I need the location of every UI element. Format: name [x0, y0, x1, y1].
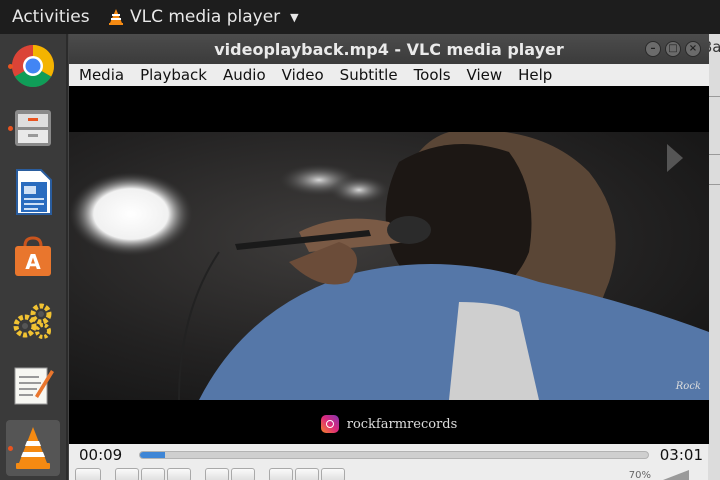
menu-help[interactable]: Help — [518, 66, 560, 84]
vlc-cone-icon — [109, 9, 123, 25]
menu-bar: Media Playback Audio Video Subtitle Tool… — [69, 64, 709, 86]
video-caption-text: rockfarmrecords — [346, 416, 458, 432]
dock: A — [0, 34, 66, 480]
vlc-cone-icon — [16, 427, 50, 469]
svg-text:A: A — [25, 250, 41, 274]
running-indicator — [8, 126, 13, 131]
chevron-down-icon: ▼ — [290, 10, 299, 24]
video-frame: Rock — [69, 132, 709, 400]
dock-item-vlc[interactable] — [6, 420, 60, 476]
dock-item-files[interactable] — [6, 100, 60, 156]
activities-button[interactable]: Activities — [0, 7, 108, 27]
menu-subtitle[interactable]: Subtitle — [340, 66, 406, 84]
close-icon: × — [688, 43, 698, 54]
window-controls: – □ × — [645, 41, 701, 57]
shuffle-button[interactable] — [321, 468, 345, 480]
window-title: videoplayback.mp4 - VLC media player — [214, 39, 564, 59]
menu-playback[interactable]: Playback — [140, 66, 215, 84]
next-button[interactable] — [167, 468, 191, 480]
seek-slider[interactable] — [139, 451, 649, 459]
video-frame-image — [69, 132, 709, 400]
menu-video[interactable]: Video — [282, 66, 332, 84]
volume-label: 70% — [628, 470, 651, 480]
side-arrow-icon — [667, 144, 683, 172]
instagram-icon — [320, 415, 339, 433]
volume-slider[interactable] — [663, 470, 689, 480]
menu-media[interactable]: Media — [79, 66, 132, 84]
file-cabinet-icon — [15, 110, 51, 146]
writer-document-icon — [16, 169, 52, 215]
chrome-icon — [11, 44, 55, 88]
maximize-icon: □ — [668, 43, 678, 54]
running-indicator — [8, 64, 13, 69]
video-area[interactable]: Rock rockfarmrecords — [69, 86, 709, 444]
minimize-icon: – — [650, 43, 656, 54]
window-titlebar[interactable]: videoplayback.mp4 - VLC media player – □… — [69, 34, 709, 64]
seek-row: 00:09 03:01 — [69, 444, 709, 466]
video-caption: rockfarmrecords — [69, 404, 709, 444]
elapsed-time: 00:09 — [79, 446, 123, 464]
menu-view[interactable]: View — [467, 66, 511, 84]
gears-icon — [13, 303, 52, 339]
menu-tools[interactable]: Tools — [414, 66, 459, 84]
fullscreen-button[interactable] — [205, 468, 229, 480]
menu-audio[interactable]: Audio — [223, 66, 274, 84]
total-time: 03:01 — [659, 446, 703, 464]
video-watermark: Rock — [675, 381, 701, 392]
desktop: Activities VLC media player ▼ A Ba video… — [0, 0, 720, 480]
extended-settings-button[interactable] — [231, 468, 255, 480]
running-indicator — [8, 446, 13, 451]
loop-button[interactable] — [295, 468, 319, 480]
playback-controls: 70% — [69, 468, 709, 480]
vlc-window: videoplayback.mp4 - VLC media player – □… — [68, 34, 709, 480]
app-menu[interactable]: VLC media player ▼ — [108, 7, 299, 27]
app-menu-label: VLC media player — [130, 7, 281, 27]
dock-item-writer[interactable] — [6, 164, 60, 220]
pause-button[interactable] — [75, 468, 101, 480]
text-editor-icon — [14, 367, 54, 405]
maximize-button[interactable]: □ — [665, 41, 681, 57]
minimize-button[interactable]: – — [645, 41, 661, 57]
seek-progress — [140, 452, 166, 458]
playlist-button[interactable] — [269, 468, 293, 480]
top-bar: Activities VLC media player ▼ — [0, 0, 720, 34]
dock-item-text-editor[interactable] — [6, 356, 60, 412]
stop-button[interactable] — [141, 468, 165, 480]
close-button[interactable]: × — [685, 41, 701, 57]
previous-button[interactable] — [115, 468, 139, 480]
dock-item-settings[interactable] — [6, 292, 60, 348]
software-store-icon: A — [15, 236, 51, 276]
dock-item-chrome[interactable] — [6, 38, 60, 94]
dock-item-software[interactable]: A — [6, 228, 60, 284]
